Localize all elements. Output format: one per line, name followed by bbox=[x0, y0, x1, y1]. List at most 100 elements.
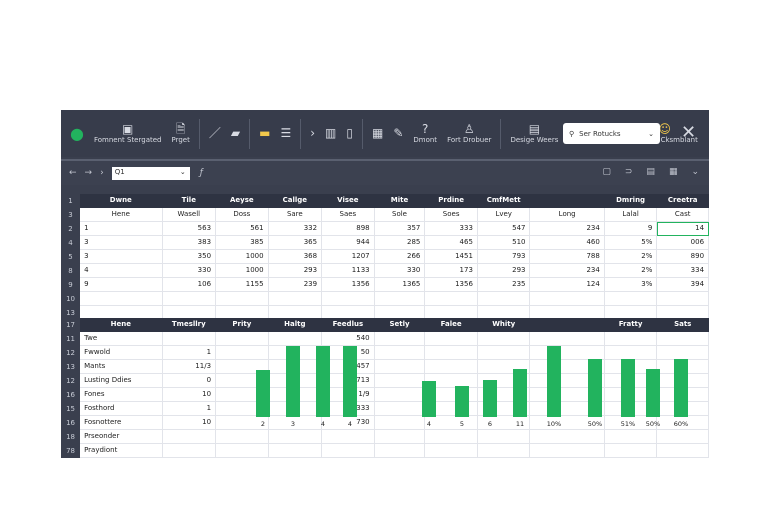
column-header[interactable]: Prdine bbox=[425, 194, 478, 208]
cell[interactable] bbox=[530, 332, 605, 346]
cell[interactable] bbox=[477, 292, 531, 306]
cell[interactable] bbox=[657, 292, 710, 306]
cell[interactable]: Soes bbox=[425, 208, 478, 222]
cell[interactable] bbox=[604, 360, 658, 374]
cell[interactable] bbox=[268, 388, 323, 402]
cell[interactable]: 1 bbox=[80, 222, 163, 236]
cell[interactable] bbox=[530, 402, 605, 416]
cell[interactable] bbox=[425, 360, 478, 374]
cell[interactable]: 333 bbox=[322, 402, 375, 416]
cell[interactable]: 332 bbox=[268, 222, 323, 236]
row-number[interactable]: 10 bbox=[61, 292, 81, 306]
cell[interactable] bbox=[80, 292, 163, 306]
chevron-down-icon[interactable]: ⌄ bbox=[180, 168, 186, 176]
toolbar-button-page[interactable]: 🗎 Prget bbox=[171, 123, 189, 145]
cell[interactable]: 006 bbox=[657, 236, 710, 250]
column-header[interactable]: Haltg bbox=[268, 318, 323, 332]
cell[interactable] bbox=[268, 332, 323, 346]
cell[interactable] bbox=[604, 416, 658, 430]
cell[interactable]: 333 bbox=[425, 222, 478, 236]
cell[interactable] bbox=[268, 444, 323, 458]
cell[interactable] bbox=[604, 402, 658, 416]
toolbar-button-bottle[interactable]: ♙ Fort Drobuer bbox=[447, 123, 491, 145]
cell[interactable]: 890 bbox=[657, 250, 710, 264]
cell[interactable]: Hene bbox=[80, 208, 163, 222]
cell[interactable]: Prseonder bbox=[80, 430, 163, 444]
cell[interactable]: Praydiont bbox=[80, 444, 163, 458]
cell[interactable] bbox=[216, 346, 269, 360]
row-number[interactable]: 78 bbox=[61, 444, 81, 458]
toolbar-button-pen[interactable]: ／ bbox=[209, 127, 221, 140]
cell[interactable]: Fones bbox=[80, 388, 163, 402]
cell[interactable]: 563 bbox=[162, 222, 217, 236]
cell[interactable] bbox=[425, 444, 478, 458]
cell[interactable] bbox=[477, 332, 531, 346]
cell[interactable] bbox=[530, 430, 605, 444]
column-header[interactable]: Tmesllry bbox=[162, 318, 217, 332]
cell[interactable]: 1451 bbox=[425, 250, 478, 264]
row-number[interactable]: 2 bbox=[61, 222, 81, 236]
cell[interactable] bbox=[530, 292, 605, 306]
cell[interactable]: 1356 bbox=[322, 278, 375, 292]
cell[interactable] bbox=[604, 430, 658, 444]
cell[interactable] bbox=[530, 444, 605, 458]
cell[interactable] bbox=[657, 332, 710, 346]
cell[interactable] bbox=[374, 402, 426, 416]
cell[interactable]: Lusting Ddies bbox=[80, 374, 163, 388]
cell[interactable]: 11/3 bbox=[162, 360, 217, 374]
cell[interactable]: 730 bbox=[322, 416, 375, 430]
row-number[interactable]: 5 bbox=[61, 250, 81, 264]
cell[interactable] bbox=[374, 292, 426, 306]
cell[interactable] bbox=[374, 346, 426, 360]
cell[interactable]: Fwwold bbox=[80, 346, 163, 360]
cell[interactable]: 50 bbox=[322, 346, 375, 360]
cell[interactable] bbox=[657, 444, 710, 458]
cell[interactable]: Long bbox=[530, 208, 605, 222]
cell[interactable] bbox=[268, 360, 323, 374]
column-header[interactable]: Mite bbox=[374, 194, 426, 208]
cell[interactable]: 239 bbox=[268, 278, 323, 292]
back-icon[interactable]: ← bbox=[69, 168, 77, 178]
cell[interactable]: 793 bbox=[477, 250, 531, 264]
cell[interactable]: 944 bbox=[322, 236, 375, 250]
cell[interactable]: 9 bbox=[80, 278, 163, 292]
cell[interactable]: 330 bbox=[374, 264, 426, 278]
cell[interactable]: Twe bbox=[80, 332, 163, 346]
cell[interactable]: 368 bbox=[268, 250, 323, 264]
cell[interactable]: Sole bbox=[374, 208, 426, 222]
cell[interactable] bbox=[425, 430, 478, 444]
column-header[interactable]: Falee bbox=[425, 318, 478, 332]
column-header[interactable]: Dwne bbox=[80, 194, 163, 208]
cell[interactable]: 2% bbox=[604, 250, 658, 264]
cell[interactable]: 173 bbox=[425, 264, 478, 278]
row-number[interactable]: 9 bbox=[61, 278, 81, 292]
comment-icon[interactable]: ⊃ bbox=[625, 167, 633, 177]
cell[interactable]: 0 bbox=[162, 374, 217, 388]
cell[interactable] bbox=[604, 374, 658, 388]
row-number[interactable]: 12 bbox=[61, 374, 81, 388]
row-number[interactable]: 18 bbox=[61, 430, 81, 444]
cell[interactable] bbox=[477, 374, 531, 388]
cell[interactable] bbox=[657, 416, 710, 430]
cell[interactable]: 465 bbox=[425, 236, 478, 250]
cell[interactable] bbox=[162, 332, 217, 346]
cell[interactable] bbox=[530, 346, 605, 360]
chevron-down-icon[interactable]: ⌄ bbox=[691, 167, 699, 177]
cell[interactable]: 285 bbox=[374, 236, 426, 250]
cell[interactable]: Wasell bbox=[162, 208, 217, 222]
column-header[interactable]: Aeyse bbox=[216, 194, 269, 208]
cell[interactable] bbox=[530, 374, 605, 388]
toolbar-button-grid[interactable]: ▦ bbox=[372, 127, 383, 140]
cell[interactable]: 334 bbox=[657, 264, 710, 278]
row-number[interactable]: 1 bbox=[61, 194, 81, 208]
cell[interactable] bbox=[477, 388, 531, 402]
row-number[interactable]: 11 bbox=[61, 332, 81, 346]
cell[interactable]: 2% bbox=[604, 264, 658, 278]
cell[interactable]: 3 bbox=[80, 236, 163, 250]
cell[interactable]: 510 bbox=[477, 236, 531, 250]
cell[interactable] bbox=[530, 360, 605, 374]
toolbar-button-brush[interactable]: ✎ bbox=[393, 127, 403, 140]
chevron-down-icon[interactable]: ⌄ bbox=[648, 130, 654, 138]
cell[interactable]: 1 bbox=[162, 346, 217, 360]
cell[interactable]: 234 bbox=[530, 264, 605, 278]
